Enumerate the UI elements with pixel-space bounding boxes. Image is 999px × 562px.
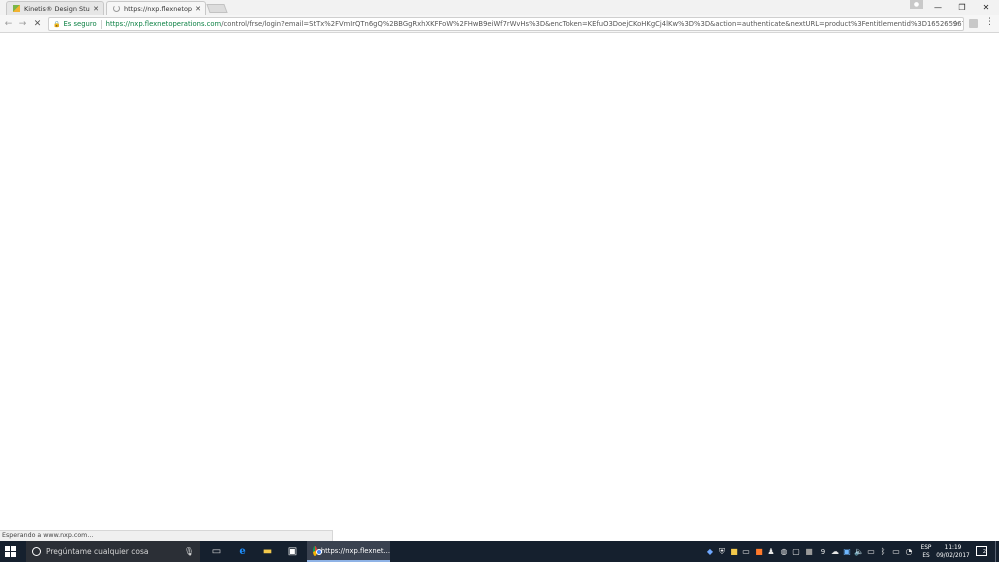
bluetooth-icon[interactable]: ᛒ bbox=[879, 546, 887, 557]
tab-nxp-flexnet[interactable]: https://nxp.flexnetoperations.com ✕ bbox=[106, 1, 206, 15]
show-desktop-button[interactable] bbox=[995, 541, 996, 562]
system-clock[interactable]: 11:19 09/02/2017 bbox=[936, 544, 970, 560]
tab-label: Kinetis® Design Studio bbox=[24, 4, 90, 13]
extension-icon[interactable] bbox=[969, 19, 978, 28]
tray-notes-icon[interactable]: ■ bbox=[730, 546, 738, 557]
file-explorer-icon[interactable]: ▬ bbox=[261, 545, 274, 558]
clock-time: 11:19 bbox=[944, 545, 962, 551]
tray-orange-icon[interactable]: ■ bbox=[755, 546, 763, 557]
tray-people-icon[interactable]: ♟ bbox=[767, 546, 775, 557]
bookmark-star-icon[interactable]: ☆ bbox=[952, 19, 959, 28]
action-center-icon[interactable]: 2 bbox=[976, 546, 987, 556]
back-button[interactable]: ← bbox=[3, 18, 14, 29]
status-bubble: Esperando a www.nxp.com... bbox=[0, 530, 333, 541]
page-content-area[interactable] bbox=[0, 34, 999, 541]
notification-count: 2 bbox=[982, 549, 986, 555]
windows-start-button[interactable] bbox=[5, 546, 16, 557]
taskbar-chrome-window[interactable]: https://nxp.flexnet... bbox=[307, 541, 390, 562]
clock-date: 09/02/2017 bbox=[936, 553, 970, 559]
task-view-icon[interactable]: ▭ bbox=[210, 545, 223, 558]
loading-spinner-icon bbox=[113, 5, 120, 12]
url-path: /control/frse/login?email=StTx%2FVmIrQTn… bbox=[221, 20, 963, 28]
close-window-button[interactable]: ✕ bbox=[974, 0, 998, 14]
tray-window-icon[interactable]: ▢ bbox=[792, 546, 800, 557]
onedrive-cloud-icon[interactable]: ☁ bbox=[830, 546, 840, 557]
search-placeholder: Pregúntame cualquier cosa bbox=[46, 547, 149, 556]
language-code: ESP bbox=[920, 545, 932, 551]
browser-toolbar: ← → ✕ 🔒 Es seguro https://nxp.flexnetope… bbox=[0, 15, 999, 33]
tray-app-icon[interactable]: ◆ bbox=[706, 546, 714, 557]
input-language-indicator[interactable]: ESP ES bbox=[918, 544, 934, 560]
browser-tab-strip: Kinetis® Design Studio ✕ https://nxp.fle… bbox=[0, 0, 999, 15]
taskbar-window-label: https://nxp.flexnet... bbox=[320, 546, 390, 555]
address-bar[interactable]: 🔒 Es seguro https://nxp.flexnetoperation… bbox=[48, 17, 964, 31]
tab-close-icon[interactable]: ✕ bbox=[195, 5, 201, 13]
lock-icon[interactable]: 🔒 bbox=[53, 21, 60, 28]
tab-close-icon[interactable]: ✕ bbox=[93, 5, 99, 13]
security-indicator[interactable]: Es seguro bbox=[63, 20, 96, 28]
battery-icon[interactable]: ▭ bbox=[891, 546, 901, 557]
store-icon[interactable]: ▣ bbox=[286, 545, 299, 558]
microphone-icon[interactable]: 🎙 bbox=[184, 547, 194, 556]
tray-grey-icon[interactable]: ■ bbox=[805, 546, 813, 557]
url-host: https://nxp.flexnetoperations.com bbox=[105, 20, 222, 28]
tray-counter[interactable]: 9 bbox=[819, 546, 827, 557]
edge-browser-icon[interactable]: e bbox=[236, 545, 249, 558]
restore-button[interactable]: ❐ bbox=[950, 0, 974, 14]
network-icon[interactable]: ▭ bbox=[867, 546, 875, 557]
tab-label: https://nxp.flexnetoperations.com bbox=[124, 4, 193, 13]
tray-blue-icon[interactable]: ▣ bbox=[843, 546, 851, 557]
url-text[interactable]: https://nxp.flexnetoperations.com/contro… bbox=[106, 20, 963, 28]
tray-globe-icon[interactable]: ◍ bbox=[780, 546, 788, 557]
stop-loading-button[interactable]: ✕ bbox=[32, 18, 43, 29]
kinetis-favicon-icon bbox=[13, 5, 20, 12]
profile-avatar-icon[interactable]: ● bbox=[910, 0, 923, 9]
monitor-icon[interactable]: ▭ bbox=[742, 546, 750, 557]
browser-menu-icon[interactable]: ⋮ bbox=[985, 17, 994, 27]
volume-icon[interactable]: 🔈 bbox=[854, 546, 864, 557]
chrome-icon bbox=[313, 545, 322, 556]
forward-button[interactable]: → bbox=[17, 18, 28, 29]
cortana-icon bbox=[32, 547, 41, 556]
keyboard-layout-code: ES bbox=[922, 553, 930, 559]
tab-kinetis-design-studio[interactable]: Kinetis® Design Studio ✕ bbox=[6, 1, 104, 15]
windows-taskbar: Pregúntame cualquier cosa 🎙 ▭ e ▬ ▣ http… bbox=[0, 541, 999, 562]
security-shield-icon[interactable]: ⛨ bbox=[718, 546, 726, 557]
minimize-button[interactable]: — bbox=[926, 0, 950, 14]
address-bar-divider bbox=[100, 19, 102, 29]
cortana-search-box[interactable]: Pregúntame cualquier cosa 🎙 bbox=[26, 541, 200, 562]
screen: Kinetis® Design Studio ✕ https://nxp.fle… bbox=[0, 0, 999, 562]
wifi-icon[interactable]: ◔ bbox=[905, 546, 913, 557]
new-tab-button[interactable] bbox=[206, 4, 228, 13]
